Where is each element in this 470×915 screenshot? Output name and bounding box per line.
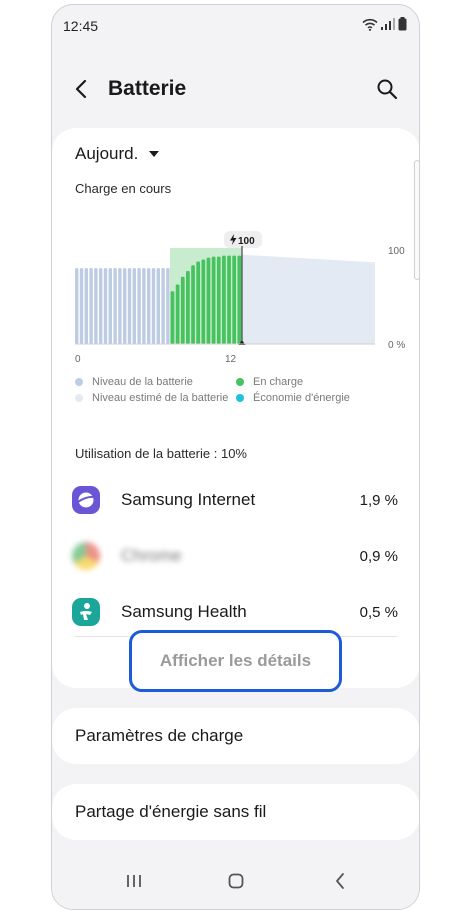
battery-level-bar <box>123 268 127 344</box>
wireless-power-sharing-label: Partage d'énergie sans fil <box>75 802 267 821</box>
app-usage-percent: 0,9 % <box>359 547 398 565</box>
legend-item: Économie d'énergie <box>236 392 350 404</box>
x-tick-label: 0 <box>75 354 81 365</box>
charging-bar <box>201 259 206 344</box>
charging-bar <box>191 265 195 344</box>
battery-level-bar <box>142 268 146 344</box>
charging-bar <box>170 291 175 344</box>
battery-level-bar <box>132 268 136 344</box>
home-icon[interactable] <box>222 867 250 895</box>
status-icons <box>362 17 407 31</box>
wireless-power-sharing-item[interactable]: Partage d'énergie sans fil <box>52 784 419 840</box>
phone-frame: 12:45 Batterie Aujourd. Charge en cours … <box>51 4 420 910</box>
charging-bar <box>232 255 237 344</box>
battery-usage-label: Utilisation de la batterie : 10% <box>75 446 247 461</box>
charging-period-background <box>170 248 242 344</box>
samsung-health-icon <box>72 598 100 626</box>
back-nav-icon[interactable] <box>326 867 354 895</box>
charge-status-label: Charge en cours <box>75 181 172 196</box>
app-usage-percent: 1,9 % <box>359 491 398 509</box>
samsung-internet-icon <box>72 486 100 514</box>
app-row-samsung-internet[interactable]: Samsung Internet 1,9 % <box>72 480 398 520</box>
app-header: Batterie <box>52 65 419 115</box>
scrollbar-handle[interactable] <box>414 160 419 280</box>
charging-bar <box>186 271 190 344</box>
battery-chart[interactable]: 100 0 12 100 0 % <box>52 224 420 374</box>
wifi-icon <box>362 18 378 31</box>
app-name: Chrome <box>121 546 182 565</box>
x-tick-label: 12 <box>225 354 237 365</box>
legend-label: En charge <box>253 376 304 388</box>
app-row-samsung-health[interactable]: Samsung Health 0,5 % <box>72 592 398 632</box>
charging-bar <box>211 256 216 344</box>
signal-icon <box>381 18 395 30</box>
battery-level-bar <box>166 268 170 344</box>
recent-apps-icon[interactable] <box>120 867 148 895</box>
chart-badge-label: 100 <box>238 236 255 247</box>
battery-level-bar <box>127 268 132 344</box>
charging-bar <box>196 261 201 344</box>
search-icon[interactable] <box>375 77 399 101</box>
chart-bars <box>75 248 375 344</box>
charging-bar <box>222 255 226 344</box>
app-row-chrome[interactable]: Chrome 0,9 % <box>72 536 398 576</box>
charge-settings-label: Paramètres de charge <box>75 726 244 745</box>
battery-level-bar <box>118 268 122 344</box>
dropdown-triangle-icon <box>149 151 160 157</box>
status-bar: 12:45 <box>52 5 419 45</box>
charging-bar <box>237 255 242 344</box>
battery-level-bar <box>156 268 160 344</box>
y-tick-label: 0 % <box>388 340 405 351</box>
legend-item: Niveau de la batterie <box>75 376 193 388</box>
battery-usage-card: Aujourd. Charge en cours 100 0 12 100 0 … <box>52 128 420 692</box>
battery-level-bar <box>151 268 156 344</box>
battery-level-bar <box>75 268 79 344</box>
show-details-label: Afficher les détails <box>159 651 312 670</box>
charging-bar <box>206 257 211 344</box>
battery-level-bar <box>99 268 103 344</box>
battery-level-bar <box>108 268 112 344</box>
battery-level-bar <box>147 268 151 344</box>
legend-label: Économie d'énergie <box>253 392 350 404</box>
legend-dot <box>75 378 83 386</box>
navigation-bar <box>52 853 419 909</box>
battery-level-bar <box>113 268 117 344</box>
y-tick-label: 100 <box>388 246 405 257</box>
battery-level-bar <box>103 268 108 344</box>
period-dropdown[interactable]: Aujourd. <box>75 144 160 164</box>
battery-level-bar <box>84 268 88 344</box>
estimated-level-area <box>242 254 375 344</box>
charging-bar <box>175 284 180 344</box>
page-title: Batterie <box>108 77 187 100</box>
battery-status-icon <box>398 17 407 31</box>
app-name: Samsung Internet <box>121 490 256 509</box>
legend-dot <box>75 394 83 402</box>
charging-bar <box>227 255 231 344</box>
legend-dot <box>236 394 244 402</box>
app-name: Samsung Health <box>121 602 247 621</box>
legend-dot <box>236 378 244 386</box>
battery-level-bar <box>94 268 98 344</box>
back-arrow-icon[interactable] <box>70 77 94 101</box>
battery-level-bar <box>161 268 165 344</box>
battery-level-bar <box>137 268 141 344</box>
battery-level-bar <box>89 268 93 344</box>
legend-item: En charge <box>236 376 303 388</box>
charging-bar <box>216 256 221 344</box>
show-details-button[interactable]: Afficher les détails <box>129 630 342 692</box>
charging-bar <box>180 276 185 344</box>
legend-label: Niveau de la batterie <box>92 376 193 388</box>
battery-level-bar <box>79 268 84 344</box>
legend-item: Niveau estimé de la batterie <box>75 392 228 404</box>
chrome-icon <box>72 542 100 570</box>
period-label: Aujourd. <box>75 144 139 163</box>
legend-label: Niveau estimé de la batterie <box>92 392 229 404</box>
chart-badge: 100 <box>224 231 262 248</box>
app-usage-percent: 0,5 % <box>359 603 398 621</box>
status-time: 12:45 <box>63 18 99 34</box>
charge-settings-item[interactable]: Paramètres de charge <box>52 708 419 764</box>
